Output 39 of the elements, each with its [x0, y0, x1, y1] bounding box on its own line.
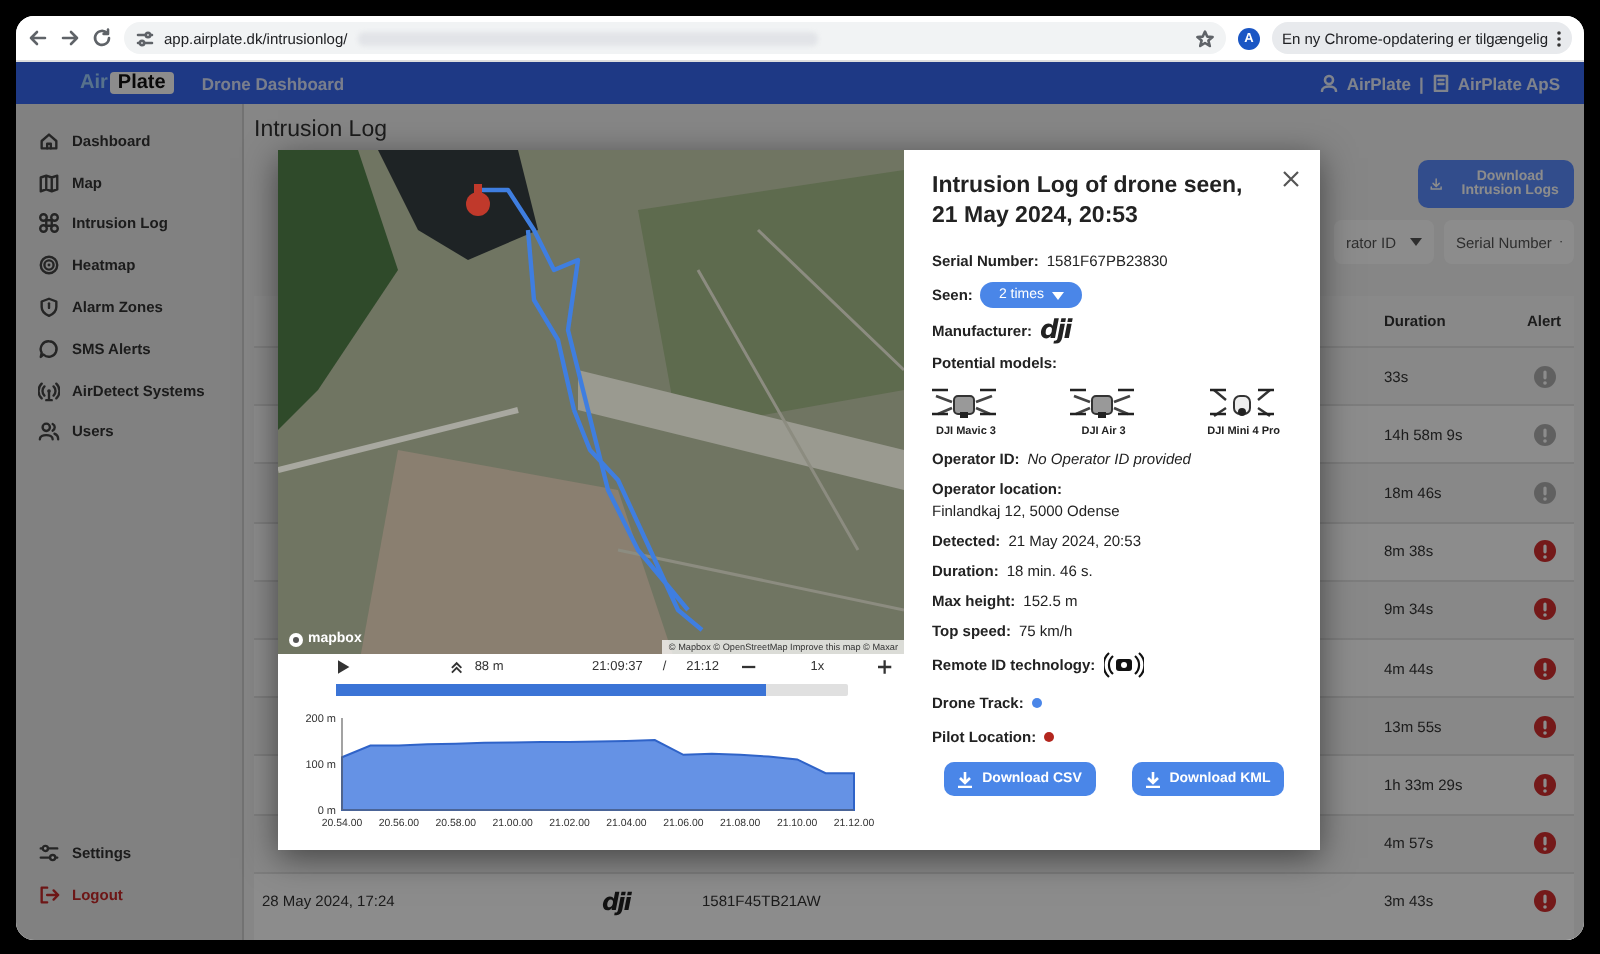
logout-icon [38, 884, 60, 907]
site-settings-icon[interactable] [136, 29, 154, 47]
playback-progress-track[interactable] [336, 684, 848, 696]
antenna-icon [38, 379, 60, 402]
home-icon [38, 129, 60, 152]
target-icon [38, 254, 60, 277]
mapbox-mark-icon [288, 631, 304, 648]
dji-logo: dji [1040, 320, 1071, 342]
users-icon [38, 420, 60, 443]
page-title: Intrusion Log [254, 118, 387, 144]
modal-title: Intrusion Log of drone seen, 21 May 2024, 20:53 [932, 172, 1245, 232]
building-icon [1431, 74, 1450, 92]
more-icon[interactable] [1556, 29, 1562, 47]
star-icon[interactable] [1196, 29, 1214, 47]
download-icon [958, 771, 973, 787]
sliders-icon [38, 842, 60, 865]
broadcast-icon [1103, 652, 1144, 678]
download-icon [1145, 771, 1160, 787]
company-name[interactable]: AirPlate ApS [1457, 73, 1560, 93]
satellite-map-drawing[interactable] [278, 150, 904, 654]
play-icon[interactable] [338, 660, 350, 675]
back-arrow-icon[interactable] [28, 28, 48, 48]
airplate-logo: Air Plate [80, 72, 174, 94]
caret-icon [1410, 238, 1422, 246]
altitude-icon [449, 660, 463, 675]
drone-icon [38, 212, 60, 235]
user-name[interactable]: AirPlate [1346, 73, 1411, 93]
close-icon[interactable] [1282, 170, 1300, 188]
chat-bubble-icon [38, 337, 60, 360]
dji-logo: dji [602, 887, 630, 916]
download-icon [1430, 174, 1443, 194]
app-title: Drone Dashboard [201, 73, 347, 93]
separator-text: | [1418, 73, 1424, 93]
plus-icon[interactable] [878, 660, 892, 675]
shield-icon [38, 296, 60, 319]
forward-arrow-icon[interactable] [60, 28, 80, 48]
map-icon [38, 171, 60, 194]
user-icon [1320, 74, 1339, 92]
reload-icon[interactable] [92, 28, 112, 48]
